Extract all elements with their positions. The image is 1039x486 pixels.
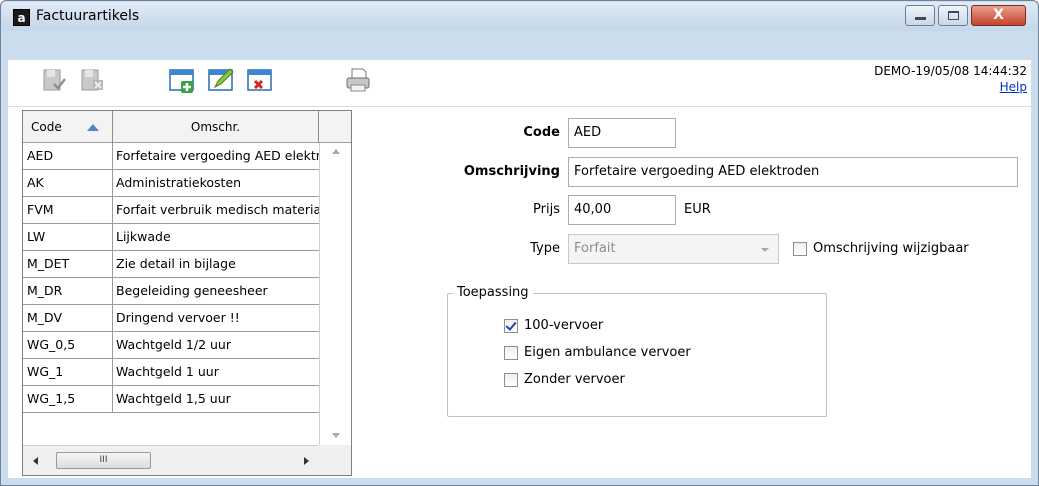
- code-label: Code: [523, 125, 560, 140]
- column-header-omschr[interactable]: Omschr.: [113, 111, 319, 143]
- column-header-code[interactable]: Code: [23, 111, 113, 143]
- cell-omschr: Administratiekosten: [116, 175, 242, 190]
- horizontal-scrollbar[interactable]: III: [23, 445, 319, 475]
- edit-icon[interactable]: [207, 66, 235, 94]
- new-record-icon[interactable]: [168, 66, 196, 94]
- table-row[interactable]: M_DET Zie detail in bijlage: [23, 251, 319, 278]
- cell-omschr: Dringend vervoer !!: [116, 310, 240, 325]
- title-bar[interactable]: a Factuurartikels X: [2, 2, 1037, 31]
- checkbox-100-vervoer[interactable]: [504, 319, 518, 333]
- cell-code: M_DV: [23, 305, 113, 331]
- grid-header: Code Omschr.: [23, 111, 351, 143]
- delete-icon[interactable]: [246, 66, 274, 94]
- omschrijving-label: Omschrijving: [463, 164, 560, 179]
- checkbox-eigen-ambulance-vervoer[interactable]: [504, 346, 518, 360]
- cell-omschr: Forfait verbruik medisch materiaal: [116, 202, 319, 217]
- cell-omschr: Wachtgeld 1,5 uur: [116, 391, 231, 406]
- help-link[interactable]: Help: [1000, 80, 1027, 94]
- close-button[interactable]: X: [971, 5, 1026, 26]
- table-row[interactable]: WG_0,5 Wachtgeld 1/2 uur: [23, 332, 319, 359]
- cell-omschr: Forfetaire vergoeding AED elektroden: [116, 148, 319, 163]
- cell-code: WG_1: [23, 359, 113, 385]
- type-select-value: Forfait: [574, 241, 616, 256]
- table-row[interactable]: AED Forfetaire vergoeding AED elektroden: [23, 143, 319, 170]
- scroll-up-icon[interactable]: [332, 149, 340, 154]
- checkbox-zonder-vervoer-label: Zonder vervoer: [524, 372, 625, 387]
- minimize-icon: [915, 17, 926, 20]
- omschrijving-input[interactable]: Forfetaire vergoeding AED elektroden: [568, 157, 1018, 187]
- table-row[interactable]: LW Lijkwade: [23, 224, 319, 251]
- prijs-input[interactable]: 40,00: [568, 195, 676, 225]
- save-icon[interactable]: [40, 66, 68, 94]
- code-input[interactable]: AED: [568, 118, 676, 148]
- cell-code: FVM: [23, 197, 113, 223]
- close-icon: X: [993, 7, 1004, 23]
- scrollbar-thumb[interactable]: III: [56, 452, 151, 469]
- scroll-right-icon[interactable]: [304, 457, 309, 465]
- window-title: Factuurartikels: [36, 8, 140, 24]
- cancel-save-icon[interactable]: [78, 66, 106, 94]
- omschrijving-wijzigbaar-label: Omschrijving wijzigbaar: [813, 241, 969, 256]
- cell-code: LW: [23, 224, 113, 250]
- column-header-code-label: Code: [31, 120, 62, 134]
- checkbox-100-vervoer-label: 100-vervoer: [524, 318, 604, 333]
- app-icon: a: [13, 9, 30, 26]
- print-icon[interactable]: [344, 66, 372, 94]
- articles-grid[interactable]: Code Omschr. AED Forfetaire vergoeding A…: [22, 110, 352, 476]
- type-select: Forfait: [568, 234, 779, 264]
- cell-omschr: Begeleiding geneesheer: [116, 283, 268, 298]
- cell-code: AK: [23, 170, 113, 196]
- table-row[interactable]: M_DV Dringend vervoer !!: [23, 305, 319, 332]
- table-row[interactable]: WG_1 Wachtgeld 1 uur: [23, 359, 319, 386]
- maximize-icon: [948, 11, 959, 20]
- type-label: Type: [530, 241, 560, 256]
- omschrijving-wijzigbaar-checkbox[interactable]: [793, 242, 807, 256]
- minimize-button[interactable]: [905, 5, 935, 26]
- currency-label: EUR: [684, 202, 711, 217]
- cell-omschr: Zie detail in bijlage: [116, 256, 236, 271]
- checkbox-zonder-vervoer[interactable]: [504, 373, 518, 387]
- scroll-down-icon[interactable]: [332, 433, 340, 438]
- toolbar-separator: [8, 106, 1031, 107]
- table-row[interactable]: WG_1,5 Wachtgeld 1,5 uur: [23, 386, 319, 413]
- table-row[interactable]: FVM Forfait verbruik medisch materiaal: [23, 197, 319, 224]
- scrollbar-corner: [319, 445, 351, 475]
- cell-omschr: Wachtgeld 1/2 uur: [116, 337, 231, 352]
- cell-code: WG_1,5: [23, 386, 113, 412]
- cell-code: WG_0,5: [23, 332, 113, 358]
- sort-ascending-icon: [87, 124, 99, 131]
- cell-omschr: Lijkwade: [116, 229, 171, 244]
- checkbox-eigen-ambulance-vervoer-label: Eigen ambulance vervoer: [524, 345, 691, 360]
- prijs-label: Prijs: [533, 202, 560, 217]
- cell-code: AED: [23, 143, 113, 169]
- scroll-left-icon[interactable]: [33, 457, 38, 465]
- timestamp: DEMO-19/05/08 14:44:32: [874, 64, 1027, 78]
- cell-code: M_DET: [23, 251, 113, 277]
- vertical-scrollbar[interactable]: [319, 143, 351, 445]
- chevron-down-icon: [761, 248, 769, 252]
- table-row[interactable]: M_DR Begeleiding geneesheer: [23, 278, 319, 305]
- cell-omschr: Wachtgeld 1 uur: [116, 364, 219, 379]
- cell-code: M_DR: [23, 278, 113, 304]
- toepassing-group-title: Toepassing: [453, 285, 533, 300]
- maximize-button[interactable]: [938, 5, 968, 26]
- table-row[interactable]: AK Administratiekosten: [23, 170, 319, 197]
